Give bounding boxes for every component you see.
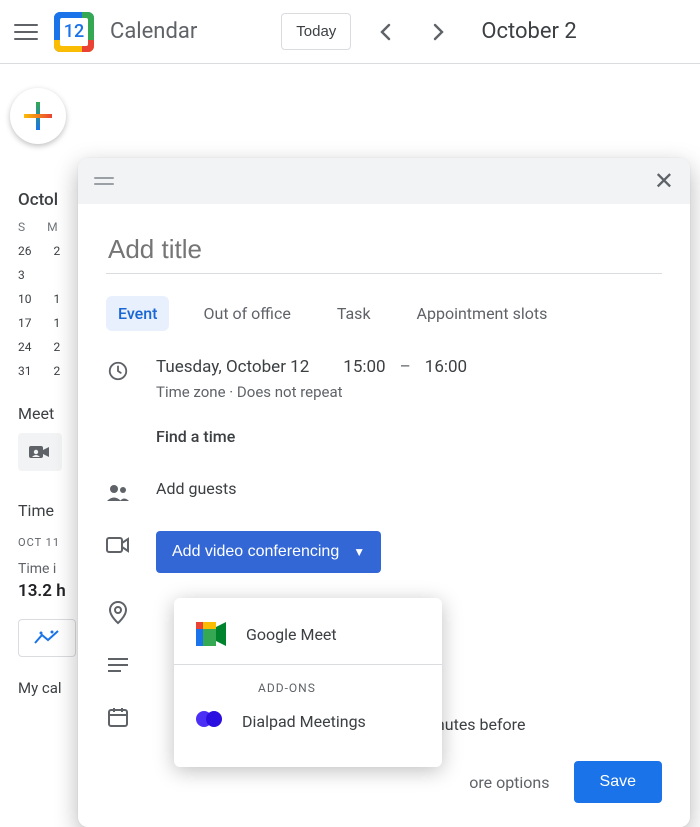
weekday-label: M xyxy=(47,220,57,234)
today-button[interactable]: Today xyxy=(281,13,351,50)
mini-day[interactable]: 2 xyxy=(54,364,61,378)
mini-day[interactable]: 10 xyxy=(18,292,32,306)
drag-handle-icon[interactable] xyxy=(94,177,114,185)
mini-day[interactable]: 31 xyxy=(18,364,32,378)
event-date[interactable]: Tuesday, October 12 xyxy=(156,357,309,377)
mini-day[interactable]: 1 xyxy=(54,292,61,306)
start-meeting-icon[interactable] xyxy=(18,433,62,471)
time-dash: – xyxy=(400,357,411,377)
mini-day[interactable]: 3 xyxy=(18,268,25,282)
tab-out-of-office[interactable]: Out of office xyxy=(191,296,302,331)
add-guests-input[interactable]: Add guests xyxy=(156,479,662,498)
caret-down-icon: ▼ xyxy=(353,545,365,559)
mini-day[interactable]: 17 xyxy=(18,316,32,330)
plus-icon xyxy=(24,102,52,130)
more-options-button[interactable]: ore options xyxy=(469,773,549,792)
dd-google-meet-label: Google Meet xyxy=(246,625,337,644)
description-icon xyxy=(106,653,130,677)
repeat-link[interactable]: Does not repeat xyxy=(237,383,343,401)
weekday-label: S xyxy=(18,220,25,234)
mini-day[interactable]: 1 xyxy=(54,316,61,330)
tab-appointment-slots[interactable]: Appointment slots xyxy=(405,296,560,331)
event-start-time[interactable]: 15:00 xyxy=(343,357,385,377)
create-button[interactable] xyxy=(10,88,66,144)
dialpad-icon xyxy=(196,711,224,731)
people-icon xyxy=(106,481,130,505)
event-create-modal: ✕ Event Out of office Task Appointment s… xyxy=(78,158,690,827)
app-title: Calendar xyxy=(110,19,197,44)
video-btn-label: Add video conferencing xyxy=(172,543,339,561)
mini-day[interactable]: 24 xyxy=(18,340,32,354)
dropdown-addons-label: ADD-ONS xyxy=(174,669,442,697)
timezone-link[interactable]: Time zone xyxy=(156,383,226,401)
menu-icon[interactable] xyxy=(14,20,38,44)
add-video-conferencing-button[interactable]: Add video conferencing ▼ xyxy=(156,531,381,573)
clock-icon xyxy=(106,359,130,383)
current-date-label: October 2 xyxy=(481,19,576,44)
mini-day[interactable]: 2 xyxy=(54,244,61,258)
close-icon[interactable]: ✕ xyxy=(654,169,674,193)
dd-dialpad-label: Dialpad Meetings xyxy=(242,712,366,731)
dropdown-separator xyxy=(174,664,442,665)
event-end-time[interactable]: 16:00 xyxy=(425,357,467,377)
calendar-logo[interactable]: 12 xyxy=(52,10,96,54)
event-type-tabs: Event Out of office Task Appointment slo… xyxy=(106,296,662,331)
tab-event[interactable]: Event xyxy=(106,296,169,331)
prev-icon[interactable] xyxy=(365,12,405,52)
video-conferencing-dropdown: Google Meet ADD-ONS Dialpad Meetings xyxy=(174,598,442,767)
app-header: 12 Calendar Today October 2 xyxy=(0,0,700,64)
tab-task[interactable]: Task xyxy=(325,296,383,331)
event-title-input[interactable] xyxy=(106,230,662,274)
video-icon xyxy=(106,533,130,557)
location-icon xyxy=(106,601,130,625)
calendar-icon xyxy=(106,705,130,729)
dropdown-item-dialpad[interactable]: Dialpad Meetings xyxy=(174,697,442,745)
save-button[interactable]: Save xyxy=(574,761,662,803)
google-meet-icon xyxy=(196,622,228,646)
dropdown-item-google-meet[interactable]: Google Meet xyxy=(174,608,442,660)
find-a-time-link[interactable]: Find a time xyxy=(156,427,662,446)
mini-day[interactable]: 26 xyxy=(18,244,32,258)
insights-expand-button[interactable] xyxy=(18,619,76,657)
mini-day[interactable]: 2 xyxy=(54,340,61,354)
logo-day: 12 xyxy=(60,18,88,46)
next-icon[interactable] xyxy=(419,12,459,52)
